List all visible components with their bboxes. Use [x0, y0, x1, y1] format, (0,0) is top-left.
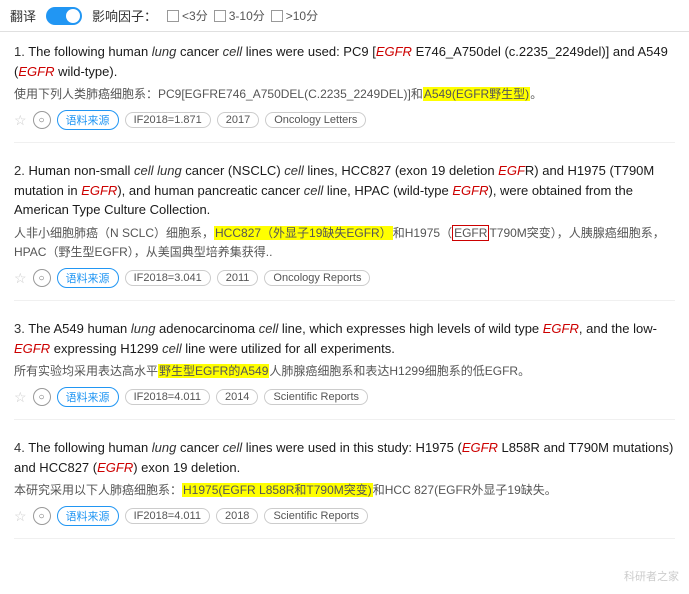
term-egfr-4a: EGFR: [462, 440, 498, 455]
journal-tag-4[interactable]: Scientific Reports: [264, 508, 368, 524]
term-lung-2: lung: [157, 163, 182, 178]
circle-icon-2[interactable]: ○: [33, 269, 51, 287]
result-1-cn-text: 使用下列人类肺癌细胞系：PC9[EGFRE746_A750DEL(C.2235_…: [14, 85, 675, 104]
result-3-en-text: 3. The A549 human lung adenocarcinoma ce…: [14, 319, 675, 358]
star-icon-4[interactable]: ☆: [14, 508, 27, 525]
result-3-meta: ☆ ○ 语料来源 IF2018=4.011 2014 Scientific Re…: [14, 387, 675, 407]
source-tag-4[interactable]: 语料来源: [57, 506, 119, 526]
source-tag-1[interactable]: 语料来源: [57, 110, 119, 130]
cn-highlight-2b: EGFR: [452, 225, 489, 241]
factor-less3[interactable]: <3分: [167, 7, 208, 24]
result-2-cn-text: 人非小细胞肺癌（N SCLC）细胞系，HCC827（外显子19缺失EGFR）和H…: [14, 224, 675, 262]
journal-tag-3[interactable]: Scientific Reports: [264, 389, 368, 405]
term-egfr-4b: EGFR: [97, 460, 133, 475]
term-cell-2c: cell: [304, 183, 324, 198]
term-egfr-3b: EGFR: [14, 341, 50, 356]
result-4-cn-text: 本研究采用以下人肺癌细胞系：H1975(EGFR L858R和T790M突变)和…: [14, 481, 675, 500]
star-icon-3[interactable]: ☆: [14, 389, 27, 406]
circle-icon-3[interactable]: ○: [33, 388, 51, 406]
term-egfr-1b: EGFR: [18, 64, 54, 79]
year-tag-1[interactable]: 2017: [217, 112, 259, 128]
if-tag-3[interactable]: IF2018=4.011: [125, 389, 210, 405]
term-lung-3: lung: [131, 321, 156, 336]
factor-greater10[interactable]: >10分: [271, 7, 318, 24]
term-lung-1: lung: [152, 44, 177, 59]
checkbox-less3[interactable]: [167, 10, 179, 22]
circle-icon-1[interactable]: ○: [33, 111, 51, 129]
term-cell-3a: cell: [259, 321, 279, 336]
term-cell-1: cell: [223, 44, 243, 59]
term-egfr-3a: EGFR: [543, 321, 579, 336]
year-tag-2[interactable]: 2011: [217, 270, 259, 286]
translate-toggle[interactable]: [46, 7, 82, 25]
cn-highlight-2a: HCC827（外显子19缺失EGFR）: [214, 226, 393, 240]
cn-highlight-1: A549(EGFR野生型): [423, 87, 530, 101]
year-tag-4[interactable]: 2018: [216, 508, 258, 524]
term-cell-4: cell: [223, 440, 243, 455]
result-item-4: 4. The following human lung cancer cell …: [14, 438, 675, 539]
checkbox-3to10[interactable]: [214, 10, 226, 22]
term-cell-2: cell: [134, 163, 154, 178]
source-tag-2[interactable]: 语料来源: [57, 268, 119, 288]
result-item-3: 3. The A549 human lung adenocarcinoma ce…: [14, 319, 675, 420]
term-cell-3b: cell: [162, 341, 182, 356]
header-bar: 翻译 影响因子： <3分 3-10分 >10分: [0, 0, 689, 32]
watermark: 科研者之家: [624, 568, 679, 584]
result-2-meta: ☆ ○ 语料来源 IF2018=3.041 2011 Oncology Repo…: [14, 268, 675, 288]
term-egfr-2a: EGF: [498, 163, 525, 178]
term-lung-4: lung: [152, 440, 177, 455]
if-tag-2[interactable]: IF2018=3.041: [125, 270, 211, 286]
star-icon-2[interactable]: ☆: [14, 270, 27, 287]
result-4-meta: ☆ ○ 语料来源 IF2018=4.011 2018 Scientific Re…: [14, 506, 675, 526]
circle-icon-4[interactable]: ○: [33, 507, 51, 525]
result-2-en-text: 2. Human non-small cell lung cancer (NSC…: [14, 161, 675, 220]
journal-tag-2[interactable]: Oncology Reports: [264, 270, 370, 286]
factor-3to10[interactable]: 3-10分: [214, 7, 265, 24]
if-tag-1[interactable]: IF2018=1.871: [125, 112, 211, 128]
cn-highlight-3: 野生型EGFR的A549: [158, 364, 269, 378]
star-icon-1[interactable]: ☆: [14, 112, 27, 129]
source-tag-3[interactable]: 语料来源: [57, 387, 119, 407]
result-4-en-text: 4. The following human lung cancer cell …: [14, 438, 675, 477]
journal-tag-1[interactable]: Oncology Letters: [265, 112, 366, 128]
result-1-en-text: 1. The following human lung cancer cell …: [14, 42, 675, 81]
if-tag-4[interactable]: IF2018=4.011: [125, 508, 210, 524]
translate-label: 翻译: [10, 6, 36, 25]
factor-label: 影响因子：: [92, 6, 157, 25]
term-cell-2b: cell: [284, 163, 304, 178]
factor-group: <3分 3-10分 >10分: [167, 7, 318, 24]
year-tag-3[interactable]: 2014: [216, 389, 258, 405]
result-3-cn-text: 所有实验均采用表达高水平野生型EGFR的A549人肺腺癌细胞系和表达H1299细…: [14, 362, 675, 381]
term-egfr-2b: EGFR: [81, 183, 117, 198]
result-item-2: 2. Human non-small cell lung cancer (NSC…: [14, 161, 675, 301]
result-1-meta: ☆ ○ 语料来源 IF2018=1.871 2017 Oncology Lett…: [14, 110, 675, 130]
main-content: 1. The following human lung cancer cell …: [0, 32, 689, 567]
term-egfr-2c: EGFR: [452, 183, 488, 198]
term-egfr-1a: EGFR: [376, 44, 412, 59]
result-item-1: 1. The following human lung cancer cell …: [14, 42, 675, 143]
checkbox-greater10[interactable]: [271, 10, 283, 22]
cn-highlight-4: H1975(EGFR L858R和T790M突变): [182, 483, 373, 497]
